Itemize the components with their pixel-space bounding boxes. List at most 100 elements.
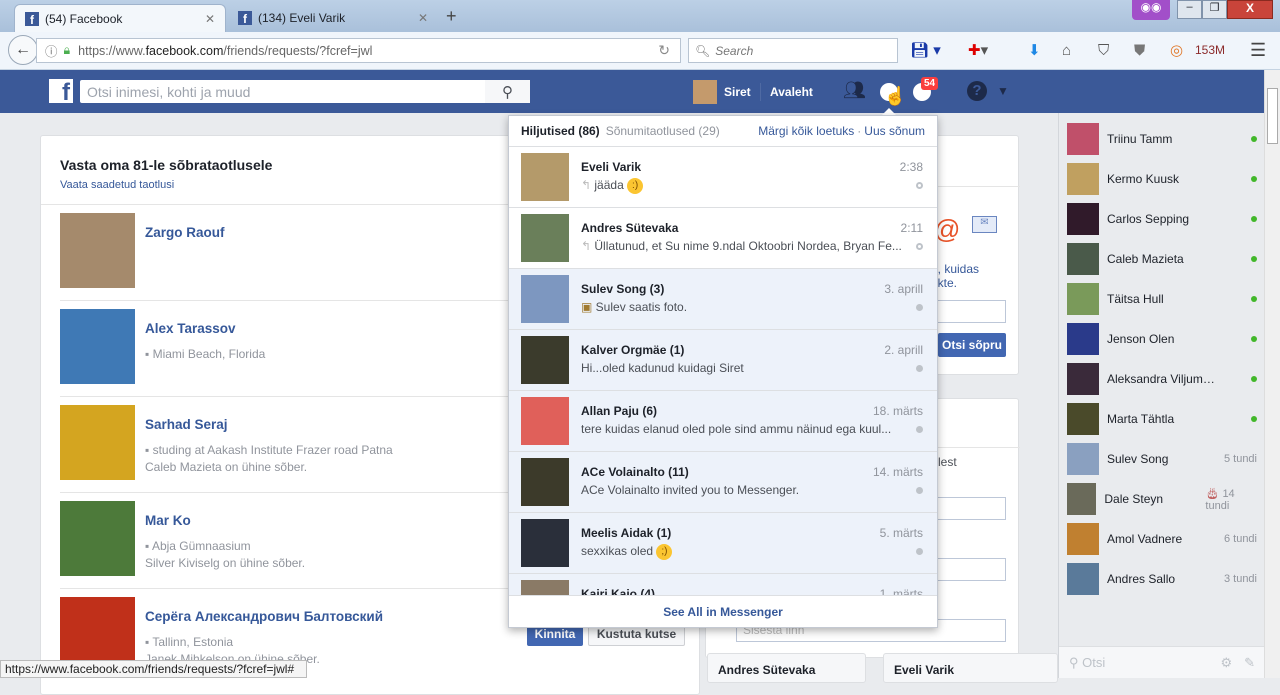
online-indicator xyxy=(1251,296,1257,302)
scrollbar-thumb[interactable] xyxy=(1267,88,1278,144)
chat-contact[interactable]: Amol Vadnere 6 tundi xyxy=(1067,523,1257,555)
sent-requests-link[interactable]: Vaata saadetud taotlusi xyxy=(60,179,174,191)
restore-button[interactable]: ❐ xyxy=(1202,0,1227,19)
mark-read-toggle[interactable] xyxy=(916,182,923,189)
reload-icon[interactable]: ↻ xyxy=(658,42,670,59)
memory-icon[interactable]: ◎ xyxy=(1170,40,1183,60)
page-scrollbar[interactable] xyxy=(1264,70,1280,678)
find-friends-button[interactable]: Otsi sõpru xyxy=(938,333,1006,357)
friend-requests-icon[interactable]: 👥︎ xyxy=(843,80,866,101)
see-all-messenger-link[interactable]: See All in Messenger xyxy=(509,595,937,627)
chat-contact[interactable]: Sulev Song 5 tundi xyxy=(1067,443,1257,475)
avatar xyxy=(521,153,569,201)
chat-tab-eveli[interactable]: Eveli Varik xyxy=(883,653,1058,683)
requester-name[interactable]: Серёга Александрович Балтовский xyxy=(145,609,383,624)
account-dropdown-icon[interactable]: ▼ xyxy=(997,84,1009,98)
search-button[interactable]: ⚲ xyxy=(485,80,530,103)
close-window-button[interactable]: X xyxy=(1227,0,1273,19)
message-item[interactable]: Eveli Varik ↰ jääda :) 2:38 xyxy=(509,147,937,208)
search-icon: ⚲ xyxy=(1069,654,1083,670)
home-link[interactable]: Avaleht xyxy=(770,85,813,99)
requester-name[interactable]: Alex Tarassov xyxy=(145,321,236,336)
tab-message-requests[interactable]: Sõnumitaotlused (29) xyxy=(606,124,720,138)
chat-contact[interactable]: Kermo Kuusk xyxy=(1067,163,1257,195)
pocket-icon[interactable]: ⛉ xyxy=(1098,40,1109,60)
requester-name[interactable]: Sarhad Seraj xyxy=(145,417,228,432)
close-tab-icon[interactable]: ✕ xyxy=(205,12,215,26)
chat-contact[interactable]: Andres Sallo 3 tundi xyxy=(1067,563,1257,595)
message-item[interactable]: Meelis Aidak (1) sexxikas oled ;) 5. mär… xyxy=(509,513,937,574)
facebook-logo[interactable]: f xyxy=(49,79,73,105)
mark-read-toggle[interactable] xyxy=(916,365,923,372)
message-time: 18. märts xyxy=(872,404,923,418)
message-item[interactable]: ACe Volainalto (11) ACe Volainalto invit… xyxy=(509,452,937,513)
avatar[interactable] xyxy=(60,501,135,576)
chat-contact[interactable]: Caleb Mazieta xyxy=(1067,243,1257,275)
minimize-button[interactable]: – xyxy=(1177,0,1202,19)
avatar[interactable] xyxy=(693,80,717,104)
menu-icon[interactable]: ☰ xyxy=(1250,40,1266,60)
chat-contact[interactable]: Jenson Olen xyxy=(1067,323,1257,355)
home-icon[interactable]: ⌂ xyxy=(1062,40,1071,60)
browser-search-input[interactable]: 🔍︎ Search xyxy=(688,38,898,63)
message-item[interactable]: Kairi Kaio (4) 1. märts xyxy=(509,574,937,595)
message-item[interactable]: Sulev Song (3) ▣ Sulev saatis foto. 3. a… xyxy=(509,269,937,330)
download-icon[interactable]: ⬇ xyxy=(1028,40,1041,60)
first-aid-icon[interactable]: ✚ ▾ xyxy=(968,40,988,60)
save-icon[interactable]: 💾︎ ▾ xyxy=(910,40,941,60)
dropdown-arrow xyxy=(882,108,896,115)
facebook-search-input[interactable]: Otsi inimesi, kohti ja muud ⚲ xyxy=(80,80,530,103)
requester-name[interactable]: Zargo Raouf xyxy=(145,225,225,240)
help-icon[interactable]: ? xyxy=(967,81,987,101)
mark-read-toggle[interactable] xyxy=(916,548,923,555)
mark-read-toggle[interactable] xyxy=(916,304,923,311)
browser-tab-eveli[interactable]: f (134) Eveli Varik ✕ xyxy=(228,4,438,32)
message-item[interactable]: Kalver Orgmäe (1) Hi...oled kadunud kuid… xyxy=(509,330,937,391)
avatar[interactable] xyxy=(60,213,135,288)
chat-contact[interactable]: Täitsa Hull xyxy=(1067,283,1257,315)
chat-tab-andres[interactable]: Andres Sütevaka xyxy=(707,653,866,683)
message-item[interactable]: Allan Paju (6) tere kuidas elanud oled p… xyxy=(509,391,937,452)
chat-search-input[interactable]: ⚲ Otsi ⚙ ✎ xyxy=(1059,646,1265,678)
birthday-cake-icon: 🎂︎ xyxy=(1205,487,1223,500)
settings-gear-icon[interactable]: ⚙ xyxy=(1220,655,1232,671)
info-icon[interactable]: ⓘ xyxy=(45,41,58,60)
chat-contact[interactable]: Dale Steyn 🎂︎ 14 tundi xyxy=(1067,483,1257,515)
mark-read-toggle[interactable] xyxy=(916,243,923,250)
smile-emoji-icon: :) xyxy=(627,178,644,194)
new-tab-button[interactable]: + xyxy=(446,6,457,27)
chat-contact[interactable]: Carlos Sepping xyxy=(1067,203,1257,235)
search-icon: 🔍︎ xyxy=(695,43,711,58)
requester-name[interactable]: Mar Ko xyxy=(145,513,191,528)
message-item[interactable]: Andres Sütevaka ↰ Üllatunud, et Su nime … xyxy=(509,208,937,269)
browser-tab-facebook[interactable]: f (54) Facebook ✕ xyxy=(14,4,226,32)
mark-read-toggle[interactable] xyxy=(916,426,923,433)
url-bar[interactable]: ⓘ 🔒︎ https://www. facebook.com/friends/re… xyxy=(36,38,681,63)
message-preview: ACe Volainalto invited you to Messenger. xyxy=(581,483,906,497)
close-tab-icon[interactable]: ✕ xyxy=(418,11,428,25)
tab-title: (134) Eveli Varik xyxy=(258,11,346,25)
new-message-link[interactable]: Uus sõnum xyxy=(864,124,925,138)
avatar xyxy=(1067,283,1099,315)
message-time: 3. aprill xyxy=(884,282,923,296)
mark-all-read-link[interactable]: Märgi kõik loetuks xyxy=(758,124,854,138)
messages-dropdown: Hiljutised (86) Sõnumitaotlused (29) Mär… xyxy=(508,115,938,628)
avatar[interactable] xyxy=(60,309,135,384)
avatar[interactable] xyxy=(60,405,135,480)
status-bar-url: https://www.facebook.com/friends/request… xyxy=(0,660,307,678)
compose-icon[interactable]: ✎ xyxy=(1244,655,1255,671)
profile-link[interactable]: Siret xyxy=(724,85,751,99)
avatar xyxy=(1067,563,1099,595)
avatar xyxy=(1067,243,1099,275)
ublock-icon[interactable]: ⛊ xyxy=(1134,40,1145,60)
separator: · xyxy=(857,124,862,138)
tab-recent[interactable]: Hiljutised (86) xyxy=(521,124,600,138)
chat-contact[interactable]: Triinu Tamm xyxy=(1067,123,1257,155)
chat-contact[interactable]: Aleksandra Viljumovs... xyxy=(1067,363,1257,395)
facebook-favicon-icon: f xyxy=(25,11,39,26)
avatar xyxy=(1067,443,1099,475)
back-button[interactable]: ← xyxy=(8,35,38,65)
chat-contact[interactable]: Marta Tähtla xyxy=(1067,403,1257,435)
mark-read-toggle[interactable] xyxy=(916,487,923,494)
message-list[interactable]: Eveli Varik ↰ jääda :) 2:38 Andres Sütev… xyxy=(509,147,937,595)
